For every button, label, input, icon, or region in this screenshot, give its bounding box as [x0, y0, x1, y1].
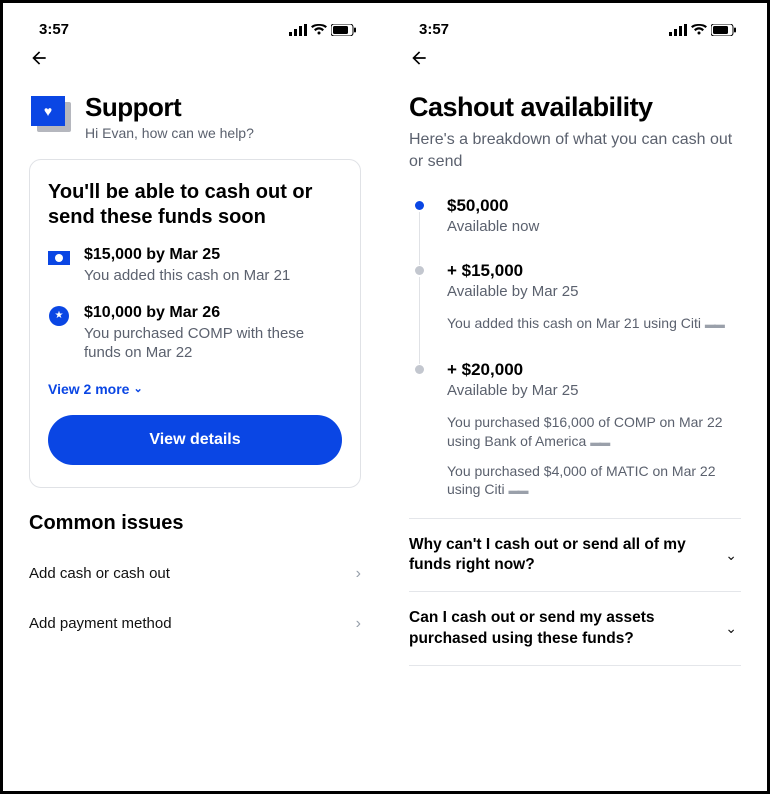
timeline-dot	[415, 365, 424, 374]
chevron-down-icon: ⌄	[725, 547, 737, 564]
support-header: ♥ Support Hi Evan, how can we help?	[31, 92, 361, 141]
timeline-amount: + $15,000	[447, 261, 741, 281]
fund-amount: $10,000 by Mar 26	[84, 304, 342, 322]
timeline: $50,000 Available now + $15,000 Availabl…	[409, 196, 741, 518]
status-time: 3:57	[39, 21, 69, 38]
faq-item[interactable]: Why can't I cash out or send all of my f…	[409, 518, 741, 591]
chevron-right-icon: ›	[356, 565, 361, 583]
timeline-sub: Available by Mar 25	[447, 382, 741, 399]
timeline-amount: $50,000	[447, 196, 741, 216]
screen-support: 3:57 ♥ Support Hi Evan, how can we help?	[11, 11, 379, 783]
redacted-text	[590, 432, 608, 451]
fund-item: ★ $10,000 by Mar 26 You purchased COMP w…	[48, 304, 342, 363]
timeline-item: $50,000 Available now	[415, 196, 741, 261]
timeline-note: You purchased $4,000 of MATIC on Mar 22 …	[447, 462, 741, 501]
status-bar: 3:57	[11, 11, 379, 42]
status-icons	[289, 24, 357, 36]
signal-icon	[669, 24, 687, 36]
support-chat-icon: ♥	[31, 96, 71, 136]
page-title: Support	[85, 92, 254, 123]
battery-icon	[711, 24, 737, 36]
wifi-icon	[311, 24, 327, 36]
arrow-left-icon	[409, 48, 429, 68]
back-button[interactable]	[409, 42, 741, 82]
signal-icon	[289, 24, 307, 36]
fund-desc: You purchased COMP with these funds on M…	[84, 324, 342, 363]
page-subtitle: Hi Evan, how can we help?	[85, 125, 254, 141]
star-icon: ★	[48, 305, 70, 327]
timeline-amount: + $20,000	[447, 360, 741, 380]
wifi-icon	[691, 24, 707, 36]
arrow-left-icon	[29, 48, 49, 68]
issue-item-payment[interactable]: Add payment method ›	[29, 599, 361, 649]
view-details-button[interactable]: View details	[48, 415, 342, 465]
chevron-right-icon: ›	[356, 615, 361, 633]
issue-label: Add cash or cash out	[29, 565, 170, 582]
heart-icon: ♥	[44, 103, 52, 119]
status-icons	[669, 24, 737, 36]
cashout-title: Cashout availability	[409, 92, 741, 123]
faq-section: Why can't I cash out or send all of my f…	[391, 518, 759, 666]
card-title: You'll be able to cash out or send these…	[48, 180, 342, 230]
fund-item: $15,000 by Mar 25 You added this cash on…	[48, 246, 342, 286]
fund-desc: You added this cash on Mar 21	[84, 266, 342, 286]
issue-label: Add payment method	[29, 615, 172, 632]
cash-icon	[48, 247, 70, 269]
faq-question: Can I cash out or send my assets purchas…	[409, 608, 713, 648]
battery-icon	[331, 24, 357, 36]
chevron-down-icon: ⌄	[725, 620, 737, 637]
timeline-note: You purchased $16,000 of COMP on Mar 22 …	[447, 413, 741, 452]
status-bar: 3:57	[391, 11, 759, 42]
timeline-note: You added this cash on Mar 21 using Citi	[447, 314, 741, 334]
view-more-link[interactable]: View 2 more ⌄	[48, 381, 342, 397]
timeline-item: + $15,000 Available by Mar 25 You added …	[415, 261, 741, 360]
timeline-dot-active	[415, 201, 424, 210]
chevron-down-icon: ⌄	[133, 382, 142, 395]
funds-card: You'll be able to cash out or send these…	[29, 159, 361, 488]
screen-cashout: 3:57 Cashout availability Here's a break…	[391, 11, 759, 783]
timeline-sub: Available by Mar 25	[447, 283, 741, 300]
timeline-sub: Available now	[447, 218, 741, 235]
fund-amount: $15,000 by Mar 25	[84, 246, 342, 264]
redacted-text	[705, 314, 723, 333]
cashout-subtitle: Here's a breakdown of what you can cash …	[409, 129, 741, 172]
view-more-label: View 2 more	[48, 381, 129, 397]
faq-item[interactable]: Can I cash out or send my assets purchas…	[409, 591, 741, 665]
common-issues-title: Common issues	[29, 512, 361, 535]
back-button[interactable]	[29, 42, 361, 82]
timeline-dot	[415, 266, 424, 275]
issue-item-cash[interactable]: Add cash or cash out ›	[29, 549, 361, 599]
app-frame: 3:57 ♥ Support Hi Evan, how can we help?	[0, 0, 770, 794]
faq-question: Why can't I cash out or send all of my f…	[409, 535, 713, 575]
status-time: 3:57	[419, 21, 449, 38]
redacted-text	[508, 480, 526, 499]
timeline-item: + $20,000 Available by Mar 25 You purcha…	[415, 360, 741, 518]
